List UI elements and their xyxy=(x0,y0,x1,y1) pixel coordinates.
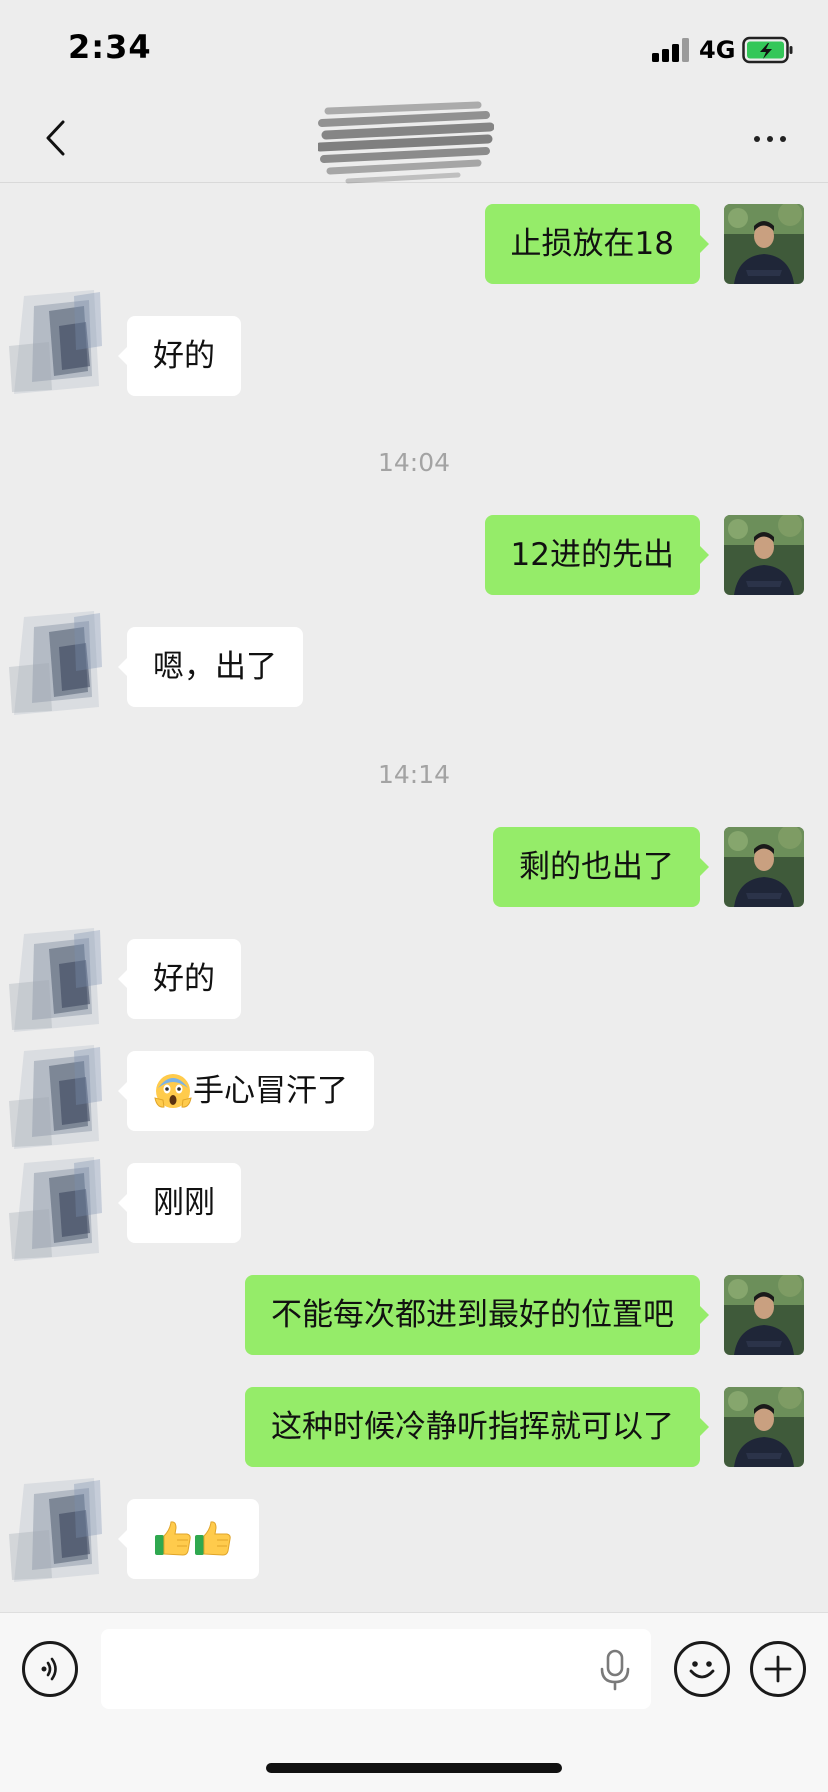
self-avatar[interactable] xyxy=(724,1275,804,1355)
message-bubble[interactable]: 嗯，出了 xyxy=(118,627,303,707)
signal-strength-icon xyxy=(652,38,690,62)
self-avatar[interactable] xyxy=(724,827,804,907)
face-screaming-in-fear-icon xyxy=(154,1073,192,1108)
thumbs-up-icon xyxy=(155,1520,191,1556)
smiley-icon xyxy=(689,1661,715,1679)
self-avatar[interactable] xyxy=(724,515,804,595)
message-bubble[interactable]: 12进的先出 xyxy=(484,515,710,595)
contact-avatar[interactable] xyxy=(4,286,104,396)
more-dot-icon xyxy=(767,136,773,142)
battery-charging-icon xyxy=(742,36,793,64)
voice-icon xyxy=(41,1657,57,1681)
chat-header xyxy=(0,95,828,184)
message-bubble[interactable]: 不能每次都进到最好的位置吧 xyxy=(245,1275,709,1355)
contact-avatar[interactable] xyxy=(4,607,104,717)
status-time: 2:34 xyxy=(68,28,152,66)
more-options-button[interactable] xyxy=(740,117,800,161)
contact-avatar[interactable] xyxy=(4,1153,104,1263)
self-avatar[interactable] xyxy=(724,1387,804,1467)
contact-name-redacted xyxy=(318,101,494,184)
message-bubble[interactable] xyxy=(118,1499,259,1579)
home-indicator[interactable] xyxy=(266,1763,562,1773)
more-dot-icon xyxy=(780,136,786,142)
message-bubble[interactable]: 好的 xyxy=(118,316,241,396)
message-bubble[interactable]: 手心冒汗了 xyxy=(118,1051,374,1131)
message-bubble[interactable]: 止损放在18 xyxy=(484,204,710,284)
message-bubble[interactable]: 这种时候冷静听指挥就可以了 xyxy=(245,1387,709,1467)
add-attachment-button[interactable] xyxy=(750,1641,806,1697)
more-dot-icon xyxy=(754,136,760,142)
message-input[interactable] xyxy=(101,1629,651,1709)
thumbs-up-icon xyxy=(195,1520,231,1556)
message-bubble[interactable]: 刚刚 xyxy=(118,1163,241,1243)
contact-avatar[interactable] xyxy=(4,924,104,1034)
emoji-button[interactable] xyxy=(674,1641,730,1697)
contact-avatar[interactable] xyxy=(4,1474,104,1584)
self-avatar[interactable] xyxy=(724,204,804,284)
timestamp: 14:14 xyxy=(377,760,451,789)
message-text: 手心冒汗了 xyxy=(193,1073,348,1109)
voice-mode-button[interactable] xyxy=(22,1641,78,1697)
microphone-icon[interactable] xyxy=(596,1649,634,1691)
timestamp: 14:04 xyxy=(377,448,451,477)
back-button[interactable] xyxy=(30,113,80,163)
message-bubble[interactable]: 剩的也出了 xyxy=(493,827,709,907)
chevron-left-icon xyxy=(46,120,65,156)
status-bar: 2:34 4G xyxy=(0,0,828,95)
plus-icon xyxy=(764,1655,792,1683)
contact-avatar[interactable] xyxy=(4,1041,104,1151)
network-type: 4G xyxy=(699,36,736,64)
message-bubble[interactable]: 好的 xyxy=(118,939,241,1019)
